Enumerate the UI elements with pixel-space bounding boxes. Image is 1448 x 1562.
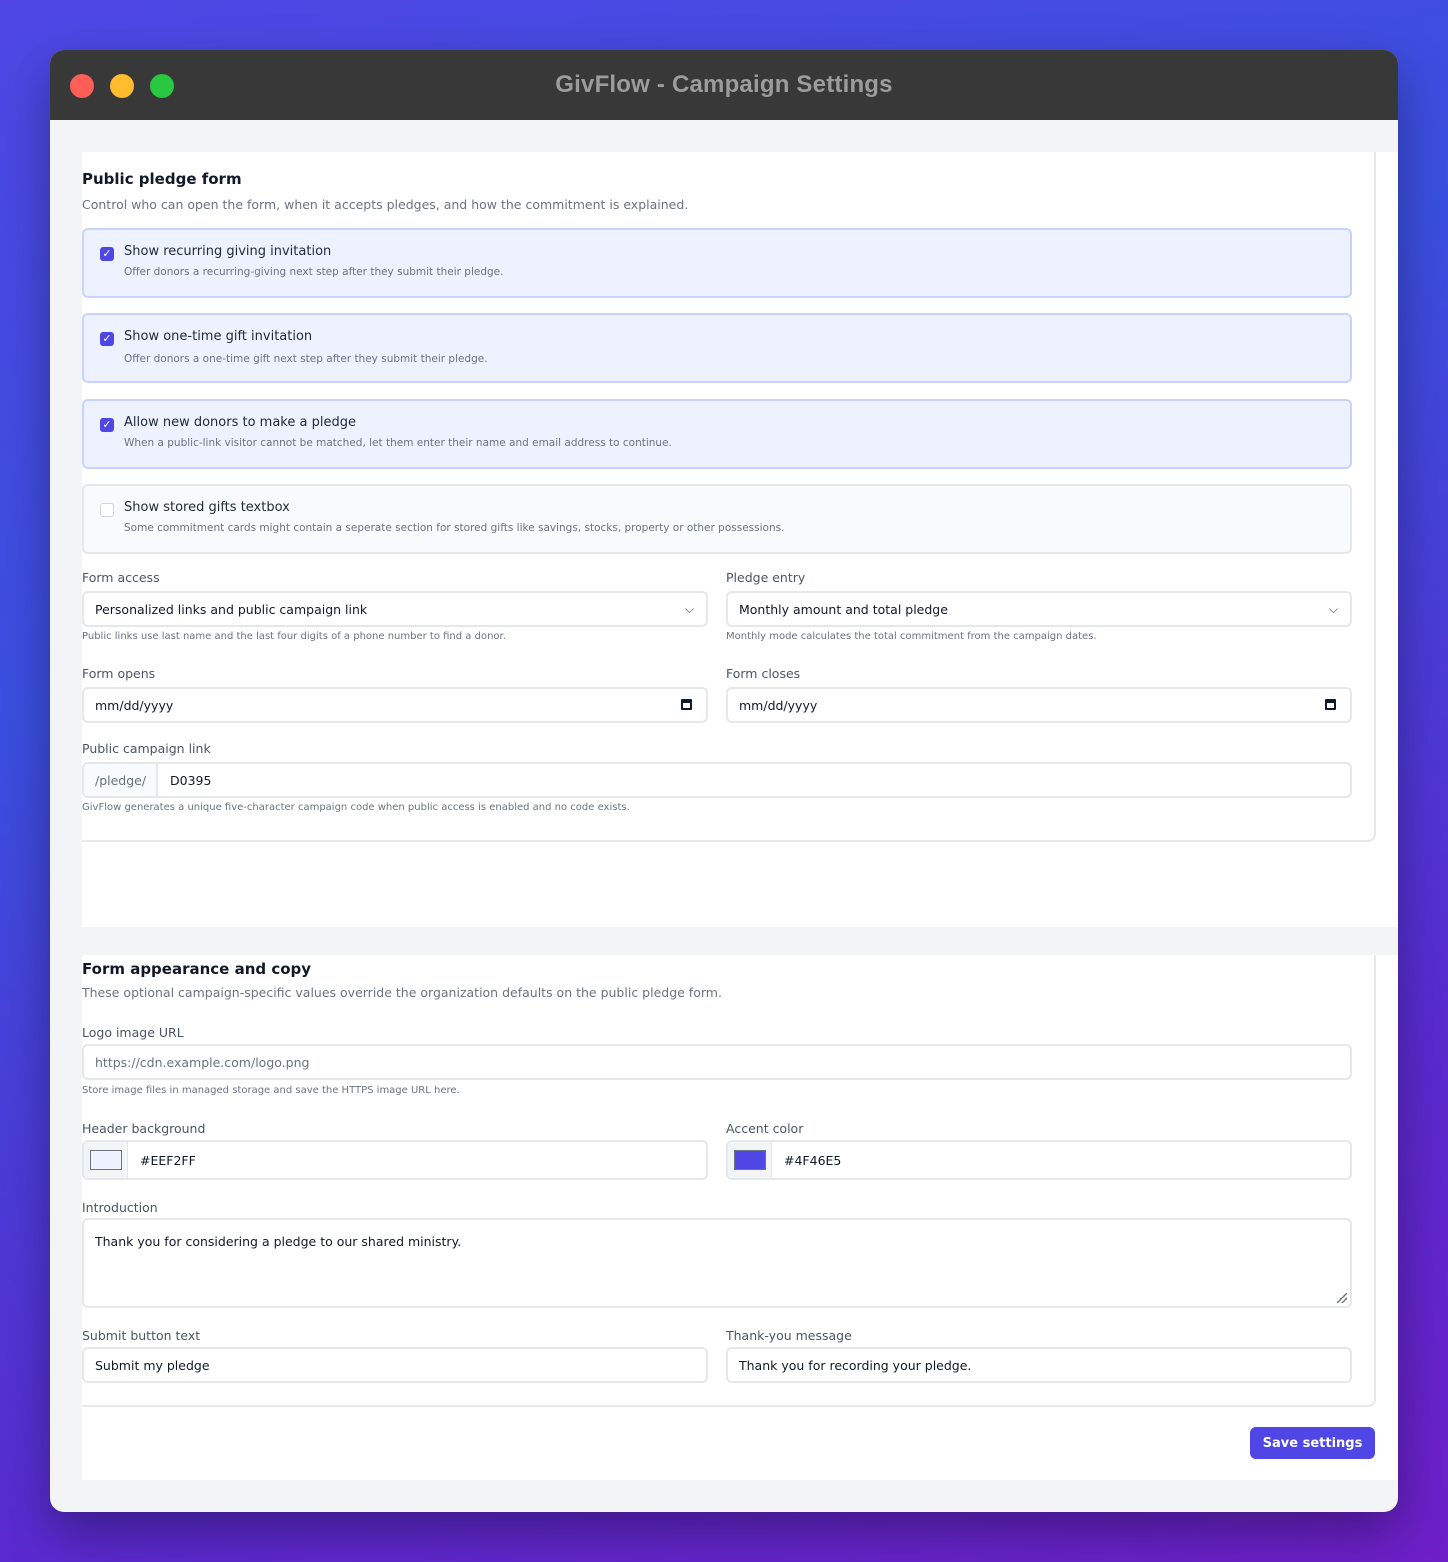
public-link-input[interactable]: /pledge/ D0395: [82, 762, 1352, 798]
form-opens-value: mm/dd/yyyy: [95, 697, 174, 713]
header-background-label: Header background: [82, 1121, 206, 1136]
form-closes-label: Form closes: [726, 666, 801, 681]
calendar-icon[interactable]: [681, 699, 692, 710]
checkbox-unchecked[interactable]: [100, 503, 114, 517]
section-heading: Form appearance and copy: [82, 960, 312, 978]
pledge-entry-hint: Monthly mode calculates the total commit…: [726, 631, 1097, 642]
pledge-entry-select[interactable]: Monthly amount and total pledge ⌵: [726, 591, 1352, 627]
check-icon[interactable]: ✓: [100, 247, 114, 261]
form-closes-date-input[interactable]: mm/dd/yyyy: [726, 687, 1352, 723]
public-link-value: D0395: [170, 772, 212, 788]
app-window: GivFlow - Campaign Settings Public pledg…: [50, 50, 1398, 1512]
color-picker[interactable]: [84, 1142, 128, 1178]
introduction-value: Thank you for considering a pledge to ou…: [95, 1234, 462, 1249]
option-label: Show recurring giving invitation: [124, 244, 332, 259]
option-one-time-invitation[interactable]: ✓ Show one-time gift invitation Offer do…: [82, 313, 1352, 383]
accent-color-input[interactable]: #4F46E5: [726, 1140, 1352, 1180]
color-swatch: [90, 1150, 122, 1170]
option-description: Offer donors a one-time gift next step a…: [124, 353, 488, 365]
form-opens-label: Form opens: [82, 666, 156, 681]
color-picker[interactable]: [728, 1142, 772, 1178]
accent-color-value: #4F46E5: [784, 1152, 842, 1168]
chevron-down-icon: ⌵: [1328, 602, 1338, 616]
section-heading: Public pledge form: [82, 170, 242, 188]
color-swatch: [734, 1150, 766, 1170]
chevron-down-icon: ⌵: [684, 602, 694, 616]
form-opens-date-input[interactable]: mm/dd/yyyy: [82, 687, 708, 723]
save-settings-button[interactable]: Save settings: [1250, 1427, 1375, 1459]
thank-you-label: Thank-you message: [726, 1328, 852, 1343]
thank-you-value: Thank you for recording your pledge.: [739, 1357, 972, 1373]
option-label: Allow new donors to make a pledge: [124, 415, 356, 430]
logo-url-placeholder: https://cdn.example.com/logo.png: [95, 1054, 310, 1070]
option-recurring-invitation[interactable]: ✓ Show recurring giving invitation Offer…: [82, 228, 1352, 298]
introduction-textarea[interactable]: Thank you for considering a pledge to ou…: [82, 1218, 1352, 1308]
option-description: Some commitment cards might contain a se…: [124, 522, 785, 534]
accent-color-label: Accent color: [726, 1121, 804, 1136]
thank-you-input[interactable]: Thank you for recording your pledge.: [726, 1347, 1352, 1383]
form-access-value: Personalized links and public campaign l…: [95, 601, 368, 617]
submit-text-input[interactable]: Submit my pledge: [82, 1347, 708, 1383]
window-title: GivFlow - Campaign Settings: [555, 71, 893, 98]
check-icon[interactable]: ✓: [100, 418, 114, 432]
option-description: Offer donors a recurring-giving next ste…: [124, 266, 504, 278]
logo-url-hint: Store image files in managed storage and…: [82, 1085, 460, 1096]
appearance-section: Form appearance and copy These optional …: [82, 955, 1398, 1480]
section-subtitle: These optional campaign-specific values …: [82, 985, 722, 1000]
introduction-label: Introduction: [82, 1200, 158, 1215]
form-access-label: Form access: [82, 570, 160, 585]
option-label: Show stored gifts textbox: [124, 500, 290, 515]
minimize-window-button[interactable]: [110, 74, 134, 98]
maximize-window-button[interactable]: [150, 74, 174, 98]
public-link-label: Public campaign link: [82, 741, 211, 756]
submit-text-label: Submit button text: [82, 1328, 201, 1343]
option-stored-gifts[interactable]: Show stored gifts textbox Some commitmen…: [82, 484, 1352, 554]
submit-text-value: Submit my pledge: [95, 1357, 210, 1373]
option-label: Show one-time gift invitation: [124, 329, 313, 344]
header-background-input[interactable]: #EEF2FF: [82, 1140, 708, 1180]
logo-url-label: Logo image URL: [82, 1025, 184, 1040]
public-link-hint: GivFlow generates a unique five-characte…: [82, 802, 630, 813]
close-window-button[interactable]: [70, 74, 94, 98]
option-allow-new-donors[interactable]: ✓ Allow new donors to make a pledge When…: [82, 399, 1352, 469]
option-description: When a public-link visitor cannot be mat…: [124, 437, 672, 449]
form-closes-value: mm/dd/yyyy: [739, 697, 818, 713]
form-access-select[interactable]: Personalized links and public campaign l…: [82, 591, 708, 627]
form-access-hint: Public links use last name and the last …: [82, 631, 506, 642]
pledge-entry-label: Pledge entry: [726, 570, 806, 585]
title-bar: GivFlow - Campaign Settings: [50, 50, 1398, 120]
check-icon[interactable]: ✓: [100, 332, 114, 346]
calendar-icon[interactable]: [1325, 699, 1336, 710]
public-link-prefix: /pledge/: [84, 764, 158, 796]
logo-url-input[interactable]: https://cdn.example.com/logo.png: [82, 1044, 1352, 1080]
section-subtitle: Control who can open the form, when it a…: [82, 197, 689, 212]
header-background-value: #EEF2FF: [140, 1152, 196, 1168]
resize-grip-icon[interactable]: [1337, 1293, 1347, 1303]
pledge-entry-value: Monthly amount and total pledge: [739, 601, 948, 617]
public-form-section: Public pledge form Control who can open …: [82, 152, 1398, 927]
